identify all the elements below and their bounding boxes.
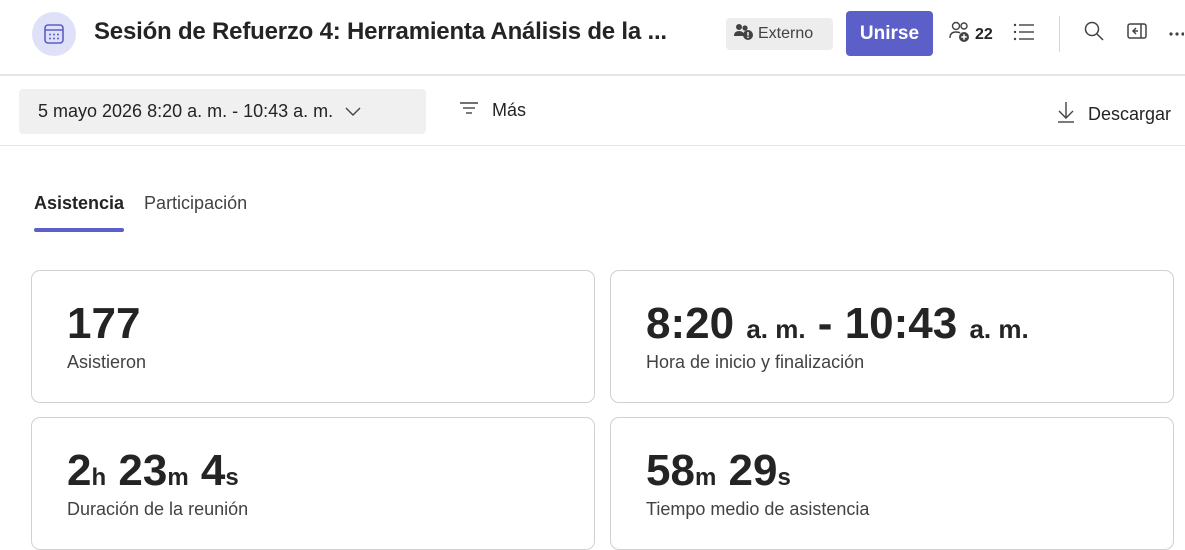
time-range-label: Hora de inicio y finalización — [646, 352, 865, 372]
external-people-icon — [734, 23, 754, 46]
external-badge: Externo — [726, 18, 833, 50]
meeting-header: Sesión de Refuerzo 4: Herramienta Anális… — [0, 0, 1185, 76]
download-label: Descargar — [1088, 104, 1172, 124]
list-icon[interactable] — [1012, 20, 1036, 44]
calendar-icon — [32, 12, 76, 56]
duration-hours: 2 — [67, 446, 92, 495]
time-range-card: 8:20 a. m. - 10:43 a. m. Hora de inicio … — [610, 270, 1174, 403]
time-range-value: 8:20 a. m. - 10:43 a. m. — [646, 299, 1029, 354]
end-ampm: a. m. — [969, 314, 1029, 344]
report-toolbar: 5 mayo 2026 8:20 a. m. - 10:43 a. m. Más… — [0, 78, 1185, 146]
join-button[interactable]: Unirse — [846, 11, 933, 56]
participants-count: 22 — [975, 25, 993, 43]
duration-minutes-unit: m — [167, 464, 189, 491]
people-add-icon — [948, 20, 972, 49]
date-range-dropdown[interactable]: 5 mayo 2026 8:20 a. m. - 10:43 a. m. — [19, 89, 426, 134]
time-separator: - — [817, 299, 833, 348]
more-filter-label: Más — [492, 100, 527, 120]
external-badge-label: Externo — [758, 25, 814, 42]
download-button[interactable]: Descargar — [1056, 100, 1171, 129]
tab-asistencia[interactable]: Asistencia — [34, 193, 125, 232]
chevron-down-icon — [345, 101, 361, 122]
duration-label: Duración de la reunión — [67, 499, 249, 519]
attended-card: 177 Asistieron — [31, 270, 595, 403]
duration-seconds: 4 — [200, 446, 226, 495]
attended-value: 177 — [67, 299, 141, 348]
report-tabs: Asistencia Participación — [34, 193, 247, 232]
duration-hours-unit: h — [91, 464, 107, 491]
avg-seconds-unit: s — [777, 464, 791, 491]
avg-attendance-label: Tiempo medio de asistencia — [646, 499, 870, 519]
participants-button[interactable]: 22 — [948, 20, 993, 49]
attended-label: Asistieron — [67, 352, 147, 372]
avg-attendance-card: 58m 29s Tiempo medio de asistencia — [610, 417, 1174, 550]
end-time: 10:43 — [844, 299, 958, 348]
duration-minutes: 23 — [118, 446, 168, 495]
avg-seconds: 29 — [728, 446, 778, 495]
search-icon[interactable] — [1083, 20, 1105, 42]
start-time: 8:20 — [646, 299, 735, 348]
avg-minutes: 58 — [646, 446, 695, 495]
side-panel-icon[interactable] — [1126, 20, 1148, 42]
header-divider — [1059, 16, 1060, 52]
more-filter-button[interactable]: Más — [458, 100, 526, 121]
filter-icon — [458, 100, 480, 121]
tab-participacion[interactable]: Participación — [144, 193, 247, 232]
date-range-value: 5 mayo 2026 8:20 a. m. - 10:43 a. m. — [38, 101, 334, 121]
meeting-title: Sesión de Refuerzo 4: Herramienta Anális… — [94, 18, 667, 45]
avg-minutes-unit: m — [694, 464, 717, 491]
avg-attendance-value: 58m 29s — [646, 446, 791, 503]
duration-value: 2h 23m 4s — [67, 446, 239, 503]
duration-seconds-unit: s — [225, 464, 239, 491]
download-icon — [1056, 100, 1076, 129]
start-ampm: a. m. — [746, 314, 806, 344]
more-icon[interactable] — [1168, 31, 1184, 37]
duration-card: 2h 23m 4s Duración de la reunión — [31, 417, 595, 550]
